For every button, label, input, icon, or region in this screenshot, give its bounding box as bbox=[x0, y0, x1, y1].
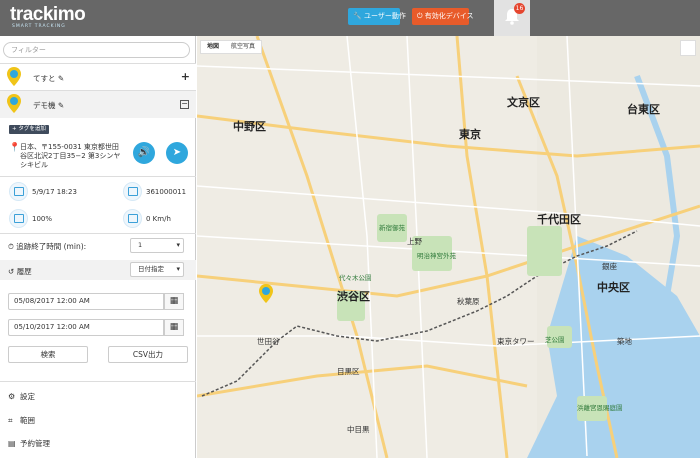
tracking-end-select[interactable]: 1 bbox=[130, 238, 184, 253]
date-from-input[interactable]: 05/08/2017 12:00 AM bbox=[8, 293, 164, 310]
map-label: 渋谷区 bbox=[337, 290, 370, 303]
tab-satellite[interactable]: 航空写真 bbox=[225, 41, 261, 53]
notifications-button[interactable]: 16 bbox=[494, 0, 530, 36]
map-label: 台東区 bbox=[627, 103, 660, 116]
history-mode-select[interactable]: 日付指定 bbox=[130, 262, 184, 277]
csv-export-button[interactable]: CSV出力 bbox=[108, 346, 188, 363]
calendar-icon: ▦ bbox=[169, 322, 179, 332]
speedometer-icon bbox=[123, 209, 142, 228]
gear-icon: ⚙ bbox=[8, 392, 16, 401]
park-area bbox=[527, 226, 562, 276]
map-label: 浜離宮恩賜庭園 bbox=[577, 404, 623, 412]
last-update: 5/9/17 18:23 bbox=[32, 188, 77, 196]
document-icon: ▤ bbox=[8, 439, 16, 448]
divider bbox=[0, 233, 196, 234]
map-label: 新宿御苑 bbox=[379, 224, 405, 232]
calendar-icon: ▦ bbox=[169, 296, 179, 306]
map-label: 秋葉原 bbox=[457, 297, 480, 306]
map-type-tabs: 地図 航空写真 bbox=[200, 40, 263, 54]
map-label: 中央区 bbox=[597, 281, 630, 294]
device-row-selected[interactable]: デモ機 ✎ − bbox=[0, 90, 196, 118]
edit-icon[interactable]: ✎ bbox=[58, 74, 64, 83]
filter-input[interactable]: フィルター bbox=[3, 42, 190, 58]
menu-range[interactable]: ⌗ 範囲 bbox=[8, 415, 35, 426]
map-label: 中目黒 bbox=[347, 425, 370, 434]
battery-level: 100% bbox=[32, 215, 53, 223]
history-row: ↺ 履歴 日付指定 bbox=[0, 260, 196, 280]
fullscreen-button[interactable] bbox=[680, 40, 696, 56]
menu-settings[interactable]: ⚙ 設定 bbox=[8, 391, 35, 402]
menu-schedule[interactable]: ▤ 予約管理 bbox=[8, 438, 50, 449]
map-label: 代々木公園 bbox=[339, 274, 372, 282]
crop-icon: ⌗ bbox=[8, 416, 13, 425]
edit-icon[interactable]: ✎ bbox=[58, 101, 64, 110]
expand-icon[interactable]: + bbox=[181, 70, 190, 83]
map-label: 目黒区 bbox=[337, 367, 360, 376]
enabled-devices-button[interactable]: ⏻ 有効化デバイス bbox=[412, 8, 474, 25]
device-name: デモ機 ✎ bbox=[33, 101, 65, 110]
map-label: 世田谷 bbox=[257, 337, 280, 346]
calendar-icon bbox=[9, 182, 28, 201]
notification-badge: 16 bbox=[514, 3, 525, 14]
device-name: てすと ✎ bbox=[33, 74, 65, 83]
map-label: 芝公園 bbox=[545, 336, 565, 344]
logo-subtitle: SMART TRACKING bbox=[12, 24, 66, 29]
device-row[interactable]: てすと ✎ + bbox=[0, 63, 196, 90]
hash-icon bbox=[123, 182, 142, 201]
map-view[interactable]: 地図 航空写真 東京 渋谷区 千代田区 文京区 台東区 中央区 中野区 新宿御苑 … bbox=[197, 36, 700, 458]
date-to-input[interactable]: 05/10/2017 12:00 AM bbox=[8, 319, 164, 336]
speed: 0 Km/h bbox=[146, 215, 171, 223]
device-id: 361000011 bbox=[146, 188, 187, 196]
map-label: 東京 bbox=[459, 128, 481, 141]
map-pin-icon bbox=[7, 67, 21, 86]
user-action-button[interactable]: 🔧 ユーザー動作 bbox=[348, 8, 406, 25]
map-label: 中野区 bbox=[233, 120, 266, 133]
navigate-icon: ➤ bbox=[172, 147, 182, 158]
history-label: ↺ 履歴 bbox=[8, 267, 32, 276]
history-icon: ↺ bbox=[8, 267, 15, 276]
map-label: 築地 bbox=[617, 337, 632, 346]
tab-map[interactable]: 地図 bbox=[201, 41, 225, 53]
calendar-button[interactable]: ▦ bbox=[164, 319, 184, 336]
add-tag-button[interactable]: + タグを追加 bbox=[9, 125, 49, 134]
clock-icon: ⏱ bbox=[8, 242, 14, 251]
tracking-end-label: ⏱ 追跡終了時間 (min): bbox=[8, 242, 87, 251]
collapse-icon[interactable]: − bbox=[180, 100, 189, 109]
navigate-button[interactable]: ➤ bbox=[166, 142, 188, 164]
battery-icon bbox=[9, 209, 28, 228]
map-label: 銀座 bbox=[602, 262, 617, 271]
search-button[interactable]: 検索 bbox=[8, 346, 88, 363]
device-marker[interactable] bbox=[259, 284, 273, 303]
logo[interactable]: trackimo bbox=[10, 4, 86, 26]
map-pin-icon bbox=[7, 94, 21, 113]
sidebar: フィルター てすと ✎ + デモ機 ✎ − + タグを追加 📍 日本、〒155-… bbox=[0, 36, 196, 458]
speaker-icon: 🔊 bbox=[137, 147, 151, 158]
divider bbox=[0, 176, 196, 177]
top-bar: trackimo SMART TRACKING 🔧 ユーザー動作 ⏻ 有効化デバ… bbox=[0, 0, 700, 36]
location-icon: 📍 bbox=[9, 143, 21, 153]
sound-button[interactable]: 🔊 bbox=[133, 142, 155, 164]
divider bbox=[0, 381, 196, 382]
map-label: 上野 bbox=[407, 237, 422, 246]
device-address: 日本、〒155-0031 東京都世田谷区北沢2丁目35−2 第3シンヤシキビル bbox=[20, 143, 121, 169]
calendar-button[interactable]: ▦ bbox=[164, 293, 184, 310]
map-label: 東京タワー bbox=[497, 337, 535, 346]
map-label: 千代田区 bbox=[537, 213, 581, 226]
map-label: 明治神宮外苑 bbox=[417, 252, 456, 260]
map-label: 文京区 bbox=[507, 96, 540, 109]
